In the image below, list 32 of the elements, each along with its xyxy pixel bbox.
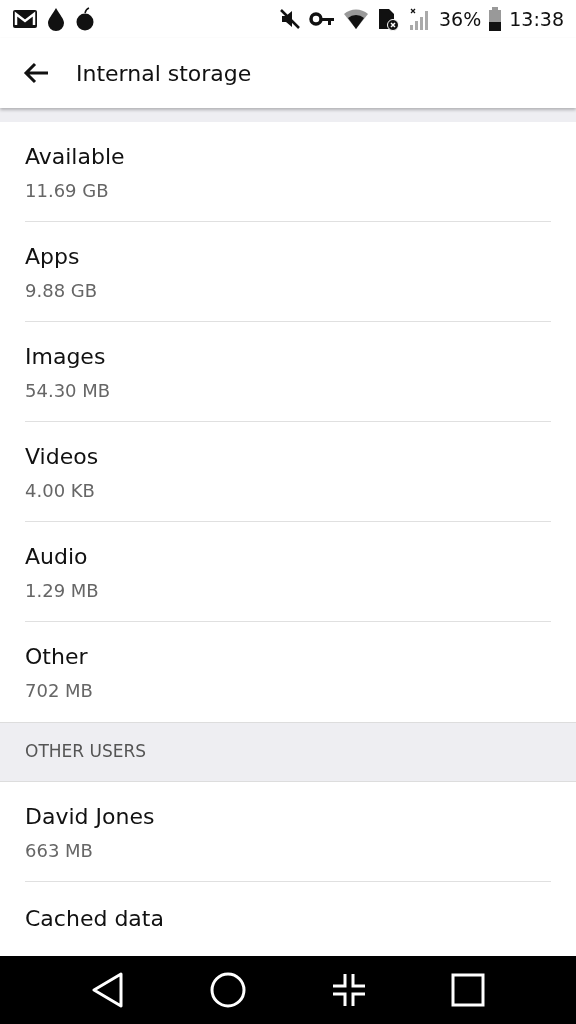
battery-percent: 36%	[439, 6, 482, 32]
item-value: 9.88 GB	[25, 278, 99, 303]
item-title[interactable]: Images	[25, 339, 551, 373]
item-title[interactable]: Apps	[25, 239, 551, 273]
battery-icon	[489, 7, 502, 31]
recents-icon[interactable]	[451, 973, 486, 1007]
mail-icon	[12, 9, 38, 29]
item-title[interactable]: David Jones	[25, 799, 551, 833]
wifi-icon	[343, 8, 369, 30]
collapse-icon[interactable]	[331, 973, 366, 1007]
home-icon[interactable]	[210, 972, 247, 1008]
item-title[interactable]: Cached data	[25, 902, 551, 935]
item-title[interactable]: Videos	[25, 439, 551, 473]
sim-error-icon	[377, 7, 401, 31]
signal-icon	[409, 7, 431, 31]
item-title[interactable]: Audio	[25, 539, 551, 573]
item-title[interactable]: Other	[25, 640, 551, 673]
item-value: 1.29 MB	[25, 578, 100, 603]
back-icon[interactable]	[90, 972, 125, 1008]
key-icon	[309, 11, 335, 27]
drop-icon	[46, 7, 66, 31]
item-value: 11.69 GB	[25, 178, 110, 203]
bomb-icon	[74, 7, 96, 31]
item-value: 663 MB	[25, 838, 94, 863]
clock: 13:38	[509, 6, 564, 32]
item-title[interactable]: Available	[25, 139, 551, 173]
item-value: 54.30 MB	[25, 378, 112, 403]
mute-icon	[279, 8, 301, 30]
item-value: 4.00 KB	[25, 478, 96, 503]
item-value: 702 MB	[25, 679, 94, 703]
section-header-text: OTHER USERS	[25, 740, 147, 764]
page-title: Internal storage	[76, 59, 252, 88]
